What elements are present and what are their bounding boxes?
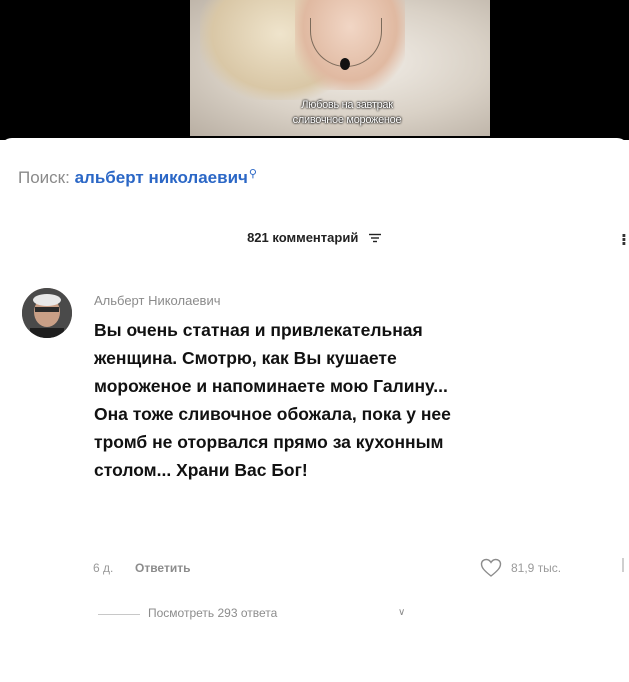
- search-bar[interactable]: Поиск: альберт николаевич⚲: [18, 168, 257, 188]
- chevron-down-icon: ∨: [398, 607, 406, 618]
- heart-icon[interactable]: [480, 558, 502, 583]
- comment-line: мороженое и напоминаете мою Галину...: [94, 376, 448, 396]
- comments-count-label: 821 комментарий: [247, 230, 359, 245]
- search-query-link[interactable]: альберт николаевич: [75, 168, 248, 187]
- comment-line: столом... Храни Вас Бог!: [94, 460, 308, 480]
- search-icon[interactable]: ⚲: [249, 168, 257, 180]
- divider: [98, 614, 140, 615]
- comment-line: женщина. Смотрю, как Вы кушаете: [94, 348, 397, 368]
- search-prefix: Поиск:: [18, 168, 70, 187]
- view-replies-label: Посмотреть 293 ответа: [148, 606, 278, 620]
- avatar[interactable]: [22, 288, 72, 338]
- video-caption-line-2: сливочное мороженое: [292, 114, 402, 126]
- video-image-pendant: [340, 58, 350, 70]
- divider: [622, 558, 624, 572]
- filter-icon[interactable]: [368, 231, 382, 246]
- comment-line: тромб не оторвался прямо за кухонным: [94, 432, 444, 452]
- like-count: 81,9 тыс.: [511, 561, 562, 575]
- comments-sheet: Поиск: альберт николаевич⚲ 821 комментар…: [0, 138, 629, 682]
- comments-count-header: 821 комментарий: [0, 230, 629, 246]
- video-player[interactable]: Любовь на завтрак сливочное мороженое: [0, 0, 629, 140]
- reply-button[interactable]: Ответить: [135, 561, 190, 575]
- video-caption: Любовь на завтрак сливочное мороженое: [262, 98, 432, 128]
- comment-time: 6 д.: [93, 561, 114, 575]
- view-replies-button[interactable]: Посмотреть 293 ответа ∨: [0, 604, 629, 624]
- comment-body: Вы очень статная и привлекательная женщи…: [94, 316, 619, 484]
- more-icon[interactable]: ⁝: [621, 230, 627, 250]
- video-caption-line-1: Любовь на завтрак: [301, 99, 393, 111]
- comment-line: Она тоже сливочное обожала, пока у нее: [94, 404, 451, 424]
- comment-author[interactable]: Альберт Николаевич: [94, 293, 220, 308]
- comment-line: Вы очень статная и привлекательная: [94, 320, 423, 340]
